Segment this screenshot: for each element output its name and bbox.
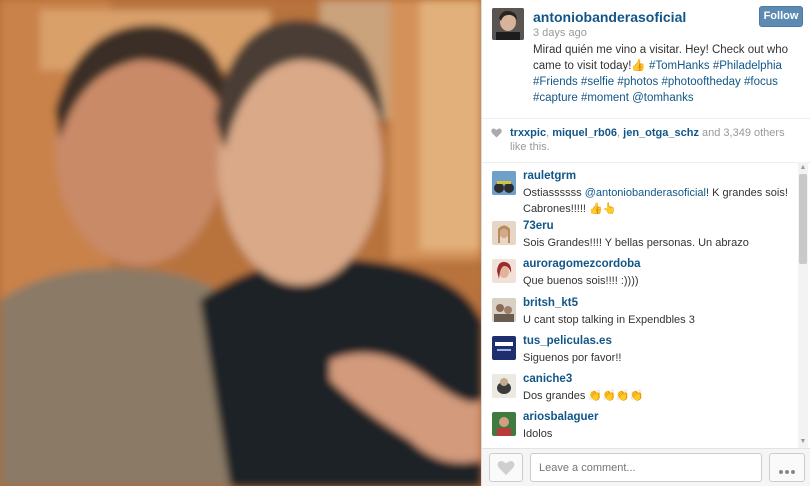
commenter-username[interactable]: ariosbalaguer [523, 404, 810, 423]
comment-text: Siguenos por favor!! [523, 351, 622, 364]
comment-item: ariosbalaguer Idolos [482, 404, 810, 442]
comment-item: caniche3 Dos grandes 👏👏👏👏 [482, 366, 810, 404]
post-caption: Mirad quién me vino a visitar. Hey! Chec… [533, 42, 803, 106]
comment-item: 73eru Sois Grandes!!!! Y bellas personas… [482, 213, 810, 251]
liker-link[interactable]: miquel_rb06 [552, 127, 617, 139]
commenter-avatar[interactable] [492, 335, 516, 360]
scroll-down-arrow-icon[interactable]: ▼ [799, 438, 807, 446]
comments-scrollbar[interactable]: ▲ ▼ [798, 162, 808, 448]
selfie-image [0, 0, 481, 486]
comment-text: Que buenos sois!!!! :)))) [523, 275, 639, 288]
post-photo[interactable] [0, 0, 481, 486]
heart-icon [491, 128, 502, 138]
liker-link[interactable]: jen_otga_schz [623, 127, 699, 139]
commenter-username[interactable]: britsh_kt5 [523, 290, 810, 309]
comment-item: britsh_kt5 U cant stop talking in Expend… [482, 290, 810, 328]
commenter-avatar[interactable] [492, 259, 516, 284]
comment-item: tus_peliculas.es Siguenos por favor!! [482, 328, 810, 366]
commenter-username[interactable]: rauletgrm [523, 163, 810, 182]
follow-button[interactable]: Follow [759, 6, 803, 27]
post-details-panel: antoniobanderasoficial 3 days ago Follow… [481, 0, 810, 486]
comment-item: auroragomezcordoba Que buenos sois!!!! :… [482, 251, 810, 289]
commenter-avatar[interactable] [492, 221, 516, 245]
comment-footer [482, 448, 810, 486]
comment-text: Sois Grandes!!!! Y bellas personas. Un a… [523, 237, 749, 249]
scroll-up-arrow-icon[interactable]: ▲ [799, 164, 807, 172]
comment-text: Dos grandes 👏👏👏👏 [523, 390, 644, 403]
commenter-avatar[interactable] [492, 171, 516, 195]
commenter-avatar[interactable] [492, 412, 516, 437]
author-avatar[interactable] [492, 8, 524, 40]
likes-summary: trxxpic, miquel_rb06, jen_otga_schz and … [482, 118, 810, 162]
commenter-avatar[interactable] [492, 374, 516, 399]
like-button[interactable] [489, 453, 523, 482]
comment-text: Idolos [523, 428, 553, 441]
scroll-thumb[interactable] [799, 174, 807, 264]
author-username[interactable]: antoniobanderasoficial [533, 9, 686, 25]
comment-input[interactable] [530, 453, 762, 482]
commenter-username[interactable]: tus_peliculas.es [523, 328, 810, 347]
liker-link[interactable]: trxxpic [510, 127, 546, 139]
comment-item: rauletgrm Ostiassssss @antoniobanderasof… [482, 163, 810, 215]
post-header: antoniobanderasoficial 3 days ago Follow… [482, 0, 810, 118]
commenter-username[interactable]: auroragomezcordoba [523, 251, 810, 270]
commenter-avatar[interactable] [492, 297, 516, 322]
commenter-username[interactable]: caniche3 [523, 366, 810, 385]
mention-link[interactable]: @antoniobanderasoficial [585, 187, 706, 199]
post-timestamp[interactable]: 3 days ago [533, 27, 587, 39]
commenter-username[interactable]: 73eru [523, 213, 810, 232]
comments-list[interactable]: rauletgrm Ostiassssss @antoniobanderasof… [482, 162, 810, 448]
heart-icon [497, 461, 515, 475]
more-options-button[interactable] [769, 453, 805, 482]
comment-text: U cant stop talking in Expendbles 3 [523, 313, 695, 326]
